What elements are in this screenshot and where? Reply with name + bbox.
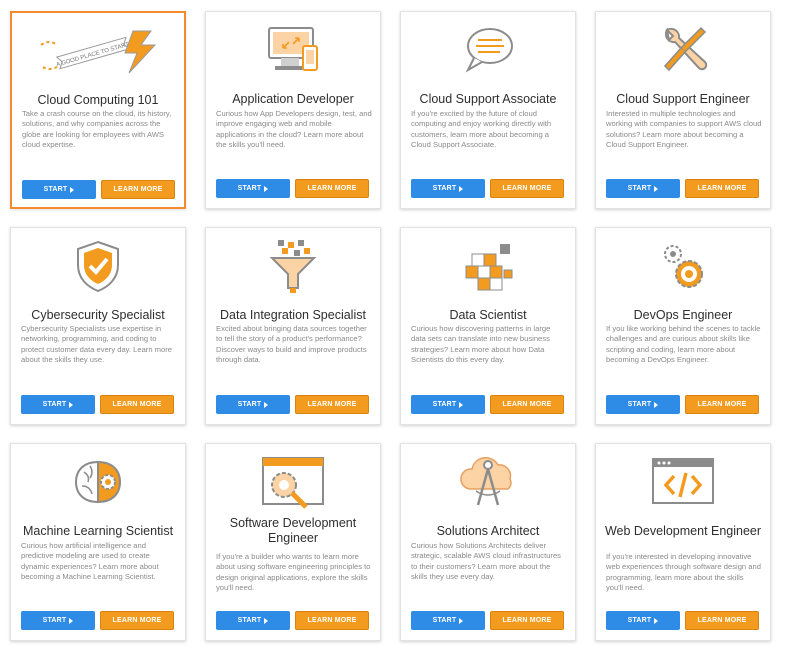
learn-more-button[interactable]: LEARN MORE — [295, 611, 369, 630]
card-data-scientist[interactable]: Data Scientist Curious how discovering p… — [400, 227, 576, 425]
learn-more-button[interactable]: LEARN MORE — [295, 395, 369, 414]
card-description: Curious how Solutions Architects deliver… — [411, 541, 561, 582]
play-icon — [459, 617, 464, 624]
play-icon — [264, 185, 269, 192]
card-description: Curious how discovering patterns in larg… — [411, 324, 551, 365]
card-description: Take a crash course on the cloud, its hi… — [22, 109, 172, 150]
card-cloud-support-associate[interactable]: Cloud Support Associate If you're excite… — [400, 11, 576, 209]
card-machine-learning-scientist[interactable]: Machine Learning Scientist Curious how a… — [10, 443, 186, 641]
card-application-developer[interactable]: Application Developer Curious how App De… — [205, 11, 381, 209]
play-icon — [264, 401, 269, 408]
card-description: Interested in multiple technologies and … — [606, 109, 762, 150]
play-icon — [69, 401, 74, 408]
card-description: If you're a builder who wants to learn m… — [216, 552, 371, 593]
play-icon — [654, 185, 659, 192]
play-icon — [459, 401, 464, 408]
funnel-icon — [253, 236, 333, 296]
learn-more-button[interactable]: LEARN MORE — [685, 395, 759, 414]
card-cloud-computing-101[interactable]: A GOOD PLACE TO START! Cloud Computing 1… — [10, 11, 186, 209]
learn-more-button[interactable]: LEARN MORE — [685, 179, 759, 198]
card-description: If you like working behind the scenes to… — [606, 324, 761, 365]
learn-more-button[interactable]: LEARN MORE — [490, 611, 564, 630]
start-button[interactable]: START — [606, 611, 680, 630]
learn-more-button[interactable]: LEARN MORE — [490, 395, 564, 414]
card-title: Web Development Engineer — [604, 523, 762, 538]
start-button[interactable]: START — [411, 179, 485, 198]
start-button[interactable]: START — [411, 611, 485, 630]
code-window-icon — [648, 452, 718, 512]
card-description: If you're interested in developing innov… — [606, 552, 761, 593]
play-icon — [69, 617, 74, 624]
chat-bubble-icon — [448, 20, 528, 80]
start-button[interactable]: START — [216, 179, 290, 198]
card-description: Curious how artificial intelligence and … — [21, 541, 159, 582]
play-icon — [654, 617, 659, 624]
play-icon — [70, 186, 75, 193]
card-cloud-support-engineer[interactable]: Cloud Support Engineer Interested in mul… — [595, 11, 771, 209]
shield-check-icon — [58, 236, 138, 296]
career-cards-grid: A GOOD PLACE TO START! Cloud Computing 1… — [10, 11, 771, 641]
learn-more-button[interactable]: LEARN MORE — [490, 179, 564, 198]
cloud-compass-icon — [453, 452, 523, 512]
start-button[interactable]: START — [22, 180, 96, 199]
card-devops-engineer[interactable]: DevOps Engineer If you like working behi… — [595, 227, 771, 425]
start-button[interactable]: START — [606, 395, 680, 414]
card-web-development-engineer[interactable]: Web Development Engineer If you're inter… — [595, 443, 771, 641]
card-description: If you're excited by the future of cloud… — [411, 109, 552, 150]
card-cybersecurity-specialist[interactable]: Cybersecurity Specialist Cybersecurity S… — [10, 227, 186, 425]
browser-gear-icon — [258, 452, 328, 512]
learn-more-button[interactable]: LEARN MORE — [100, 611, 174, 630]
cubes-icon — [448, 236, 528, 296]
start-button[interactable]: START — [216, 395, 290, 414]
card-description: Cybersecurity Specialists use expertise … — [21, 324, 172, 365]
brain-gear-icon — [58, 452, 138, 512]
play-icon — [459, 185, 464, 192]
start-button[interactable]: START — [21, 395, 95, 414]
card-solutions-architect[interactable]: Solutions Architect Curious how Solution… — [400, 443, 576, 641]
learn-more-button[interactable]: LEARN MORE — [685, 611, 759, 630]
card-description: Curious how App Developers design, test,… — [216, 109, 372, 150]
learn-more-button[interactable]: LEARN MORE — [295, 179, 369, 198]
card-data-integration-specialist[interactable]: Data Integration Specialist Excited abou… — [205, 227, 381, 425]
start-button[interactable]: START — [21, 611, 95, 630]
card-software-development-engineer[interactable]: Software Development Engineer If you're … — [205, 443, 381, 641]
learn-more-button[interactable]: LEARN MORE — [100, 395, 174, 414]
card-title: Software Development Engineer — [229, 516, 357, 545]
start-button[interactable]: START — [216, 611, 290, 630]
wrench-screwdriver-icon — [643, 20, 723, 80]
gears-icon — [643, 236, 723, 296]
play-icon — [264, 617, 269, 624]
start-button[interactable]: START — [411, 395, 485, 414]
start-button[interactable]: START — [606, 179, 680, 198]
learn-more-button[interactable]: LEARN MORE — [101, 180, 175, 199]
card-description: Excited about bringing data sources toge… — [216, 324, 367, 365]
play-icon — [654, 401, 659, 408]
good-place-banner-icon: A GOOD PLACE TO START! — [33, 21, 163, 81]
devices-icon — [253, 20, 333, 80]
